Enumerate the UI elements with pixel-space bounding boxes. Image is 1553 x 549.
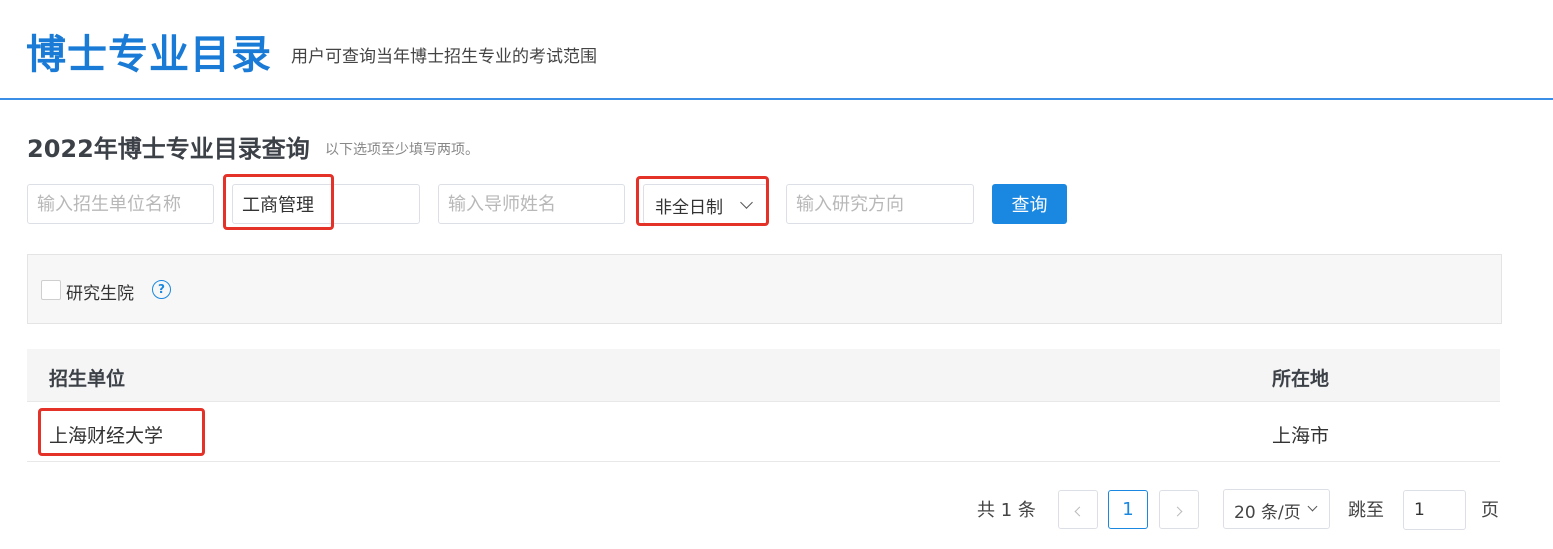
results-table: 招生单位 所在地 上海财经大学 上海市 <box>27 349 1500 462</box>
query-hint: 以下选项至少填写两项。 <box>325 142 479 158</box>
cell-location: 上海市 <box>1272 425 1330 447</box>
research-direction-input[interactable] <box>786 184 974 224</box>
query-section-title: 2022年博士专业目录查询 <box>27 135 310 163</box>
page-size-value: 20 条/页 <box>1234 503 1301 523</box>
chevron-down-icon <box>1307 501 1318 512</box>
help-icon[interactable]: ? <box>152 280 171 299</box>
major-name-input[interactable] <box>232 184 420 224</box>
column-header-unit: 招生单位 <box>49 368 126 390</box>
table-row[interactable]: 上海财经大学 上海市 <box>27 402 1500 462</box>
pagination-total: 共 1 条 <box>977 500 1036 521</box>
chevron-left-icon <box>1074 506 1085 517</box>
chevron-right-icon <box>1172 506 1183 517</box>
prev-page-button[interactable] <box>1058 490 1098 529</box>
cell-unit[interactable]: 上海财经大学 <box>49 421 163 448</box>
page-header: 博士专业目录 用户可查询当年博士招生专业的考试范围 <box>0 0 1553 100</box>
jump-page-input[interactable] <box>1403 490 1466 530</box>
graduate-school-checkbox[interactable] <box>41 280 61 300</box>
page-number-button[interactable]: 1 <box>1108 490 1148 529</box>
next-page-button[interactable] <box>1159 490 1199 529</box>
filter-panel: 研究生院 ? <box>27 254 1502 324</box>
study-mode-selected-value: 非全日制 <box>655 198 723 218</box>
study-mode-select[interactable]: 非全日制 <box>643 184 768 224</box>
table-header: 招生单位 所在地 <box>27 349 1500 402</box>
page-title: 博士专业目录 <box>26 32 272 78</box>
column-header-location: 所在地 <box>1272 368 1330 390</box>
page-size-select[interactable]: 20 条/页 <box>1223 489 1330 529</box>
graduate-school-label[interactable]: 研究生院 <box>66 279 134 304</box>
jump-to-label: 跳至 <box>1348 500 1384 521</box>
page-suffix-label: 页 <box>1481 500 1499 521</box>
search-button[interactable]: 查询 <box>992 184 1067 224</box>
advisor-name-input[interactable] <box>438 184 625 224</box>
page-subtitle: 用户可查询当年博士招生专业的考试范围 <box>291 47 597 67</box>
unit-name-input[interactable] <box>27 184 214 224</box>
chevron-down-icon <box>740 196 753 209</box>
